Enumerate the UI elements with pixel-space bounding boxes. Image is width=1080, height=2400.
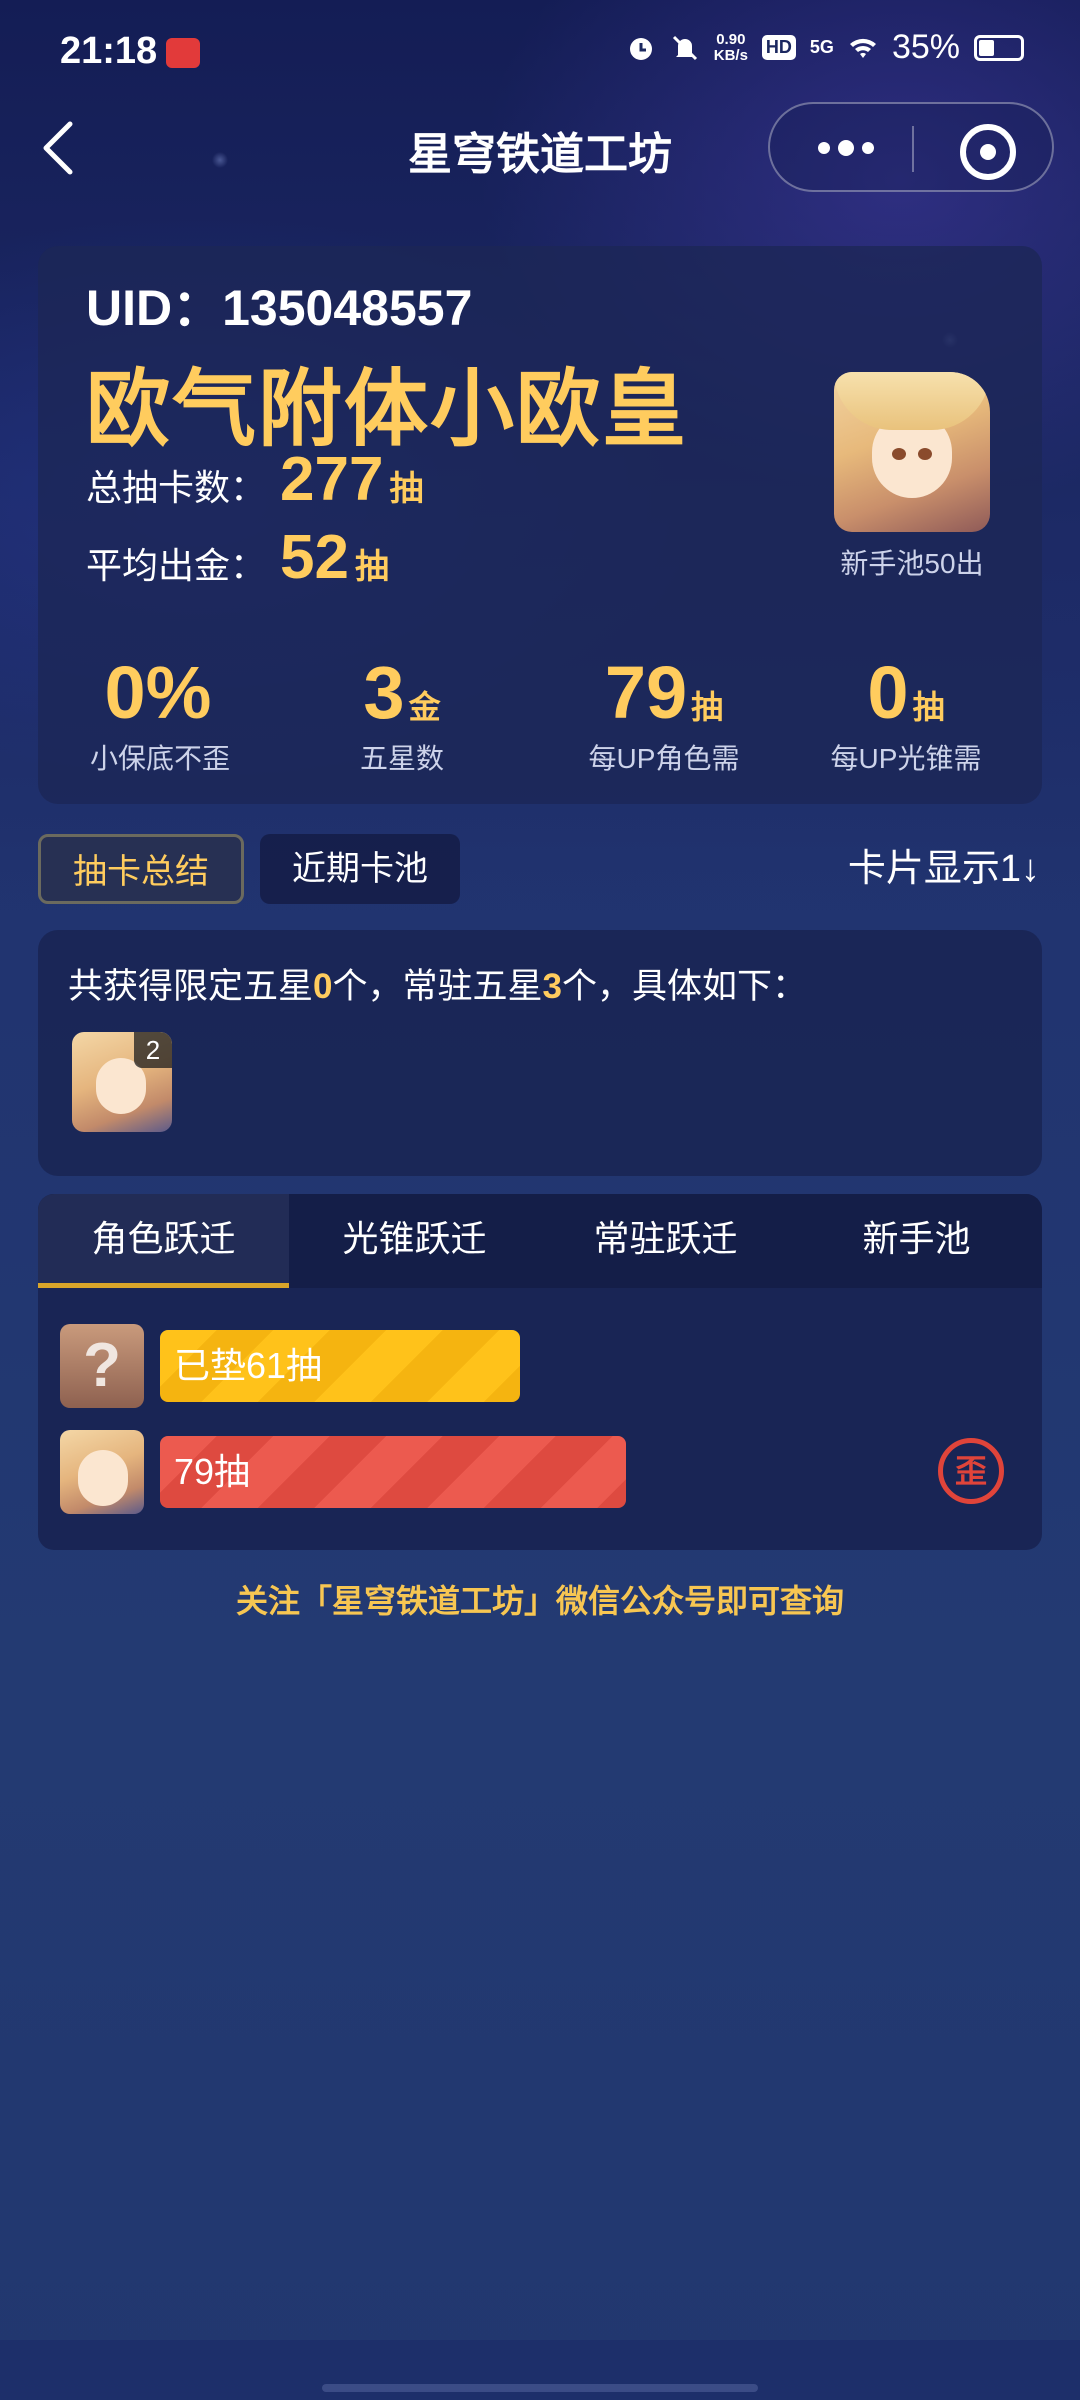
pity-progress-bar: 已垫61抽 bbox=[160, 1330, 520, 1402]
capsule-divider bbox=[912, 126, 914, 172]
total-pulls-unit: 抽 bbox=[389, 470, 424, 508]
uid-label: UID：135048557 bbox=[86, 280, 473, 336]
pool-panel: 角色跃迁 光锥跃迁 常驻跃迁 新手池 ? 已垫61抽 79抽 歪 bbox=[38, 1194, 1042, 1550]
tab-recent-pools[interactable]: 近期卡池 bbox=[260, 834, 460, 904]
avg-gold-value: 52 bbox=[280, 523, 349, 592]
tab-beginner-pool[interactable]: 新手池 bbox=[791, 1194, 1042, 1288]
kpi-unit: 抽 bbox=[912, 689, 945, 725]
total-pulls-label: 总抽卡数： bbox=[86, 467, 267, 508]
summary-card: 共获得限定五星0个，常驻五星3个，具体如下： 2 bbox=[38, 930, 1042, 1176]
more-options-icon[interactable] bbox=[818, 140, 874, 156]
kpi-label: 每UP光锥需 bbox=[830, 743, 982, 774]
tab-summary[interactable]: 抽卡总结 bbox=[38, 834, 244, 904]
close-target-icon[interactable] bbox=[960, 124, 1016, 180]
standard-count: 3 bbox=[542, 967, 562, 1006]
profile-card: UID：135048557 欧气附体小欧皇 总抽卡数： 277 抽 平均出金： … bbox=[38, 246, 1042, 804]
status-icons: 0.90 KB/s HD 5G 35% bbox=[626, 28, 1024, 67]
kpi-value: 3 bbox=[363, 651, 405, 734]
mini-program-capsule bbox=[768, 102, 1054, 192]
summary-text-part: 个，常驻五星 bbox=[332, 967, 543, 1006]
status-time: 21:18 bbox=[60, 30, 158, 72]
total-pulls-value: 277 bbox=[280, 445, 384, 514]
kpi-per-up-lightcone: 0抽 每UP光锥需 bbox=[786, 650, 1026, 777]
avatar-caption: 新手池50出 bbox=[840, 548, 984, 579]
kpi-label: 五星数 bbox=[359, 743, 444, 774]
wifi-icon bbox=[849, 38, 876, 58]
kpi-value: 0% bbox=[104, 651, 212, 734]
kpi-five-star-count: 3金 五星数 bbox=[282, 650, 522, 777]
pool-tabs: 角色跃迁 光锥跃迁 常驻跃迁 新手池 bbox=[38, 1194, 1042, 1288]
tab-standard-warp[interactable]: 常驻跃迁 bbox=[540, 1194, 791, 1288]
kpi-label: 每UP角色需 bbox=[588, 743, 740, 774]
character-thumbnail[interactable]: 2 bbox=[72, 1032, 172, 1132]
home-indicator[interactable] bbox=[322, 2384, 758, 2392]
summary-text-part: 共获得限定五星 bbox=[68, 967, 314, 1006]
kpi-label: 小保底不歪 bbox=[89, 743, 230, 774]
card-display-option[interactable]: 卡片显示1↓ bbox=[848, 834, 1040, 904]
pull-count-bar: 79抽 bbox=[160, 1436, 626, 1508]
summary-text: 共获得限定五星0个，常驻五星3个，具体如下： bbox=[68, 958, 807, 1009]
character-avatar bbox=[834, 372, 990, 532]
limited-count: 0 bbox=[313, 967, 333, 1006]
character-avatar bbox=[60, 1430, 144, 1514]
kpi-unit: 金 bbox=[408, 689, 441, 725]
signal-icon: 5G bbox=[809, 37, 834, 57]
alarm-icon bbox=[629, 37, 652, 60]
kpi-value: 79 bbox=[604, 651, 688, 734]
kpi-unit: 抽 bbox=[691, 689, 724, 725]
lost-5050-badge: 歪 bbox=[938, 1438, 1004, 1504]
battery-icon bbox=[974, 34, 1024, 61]
mute-bell-icon bbox=[672, 35, 697, 60]
tab-character-warp[interactable]: 角色跃迁 bbox=[38, 1194, 289, 1288]
tab-lightcone-warp[interactable]: 光锥跃迁 bbox=[289, 1194, 540, 1288]
hd-icon: HD bbox=[761, 35, 796, 60]
avg-gold-row: 平均出金： 52 抽 bbox=[86, 522, 389, 593]
battery-percent: 35% bbox=[891, 28, 960, 66]
count-badge: 2 bbox=[134, 1032, 172, 1068]
question-mark-icon: ? bbox=[60, 1324, 144, 1408]
total-pulls-row: 总抽卡数： 277 抽 bbox=[86, 444, 423, 515]
kpi-per-up-character: 79 抽 每UP角色需 bbox=[544, 650, 784, 777]
app-notification-icon bbox=[166, 38, 200, 68]
footer-note: 关注「星穹铁道工坊」微信公众号即可查询 bbox=[235, 1583, 844, 1619]
avg-gold-unit: 抽 bbox=[354, 548, 389, 586]
summary-text-part: 个，具体如下： bbox=[561, 967, 807, 1006]
network-speed: 0.90 KB/s bbox=[713, 30, 748, 64]
kpi-no-lose-rate: 0% 小保底不歪 bbox=[40, 650, 280, 777]
kpi-value: 0 bbox=[867, 651, 909, 734]
avg-gold-label: 平均出金： bbox=[86, 545, 267, 586]
